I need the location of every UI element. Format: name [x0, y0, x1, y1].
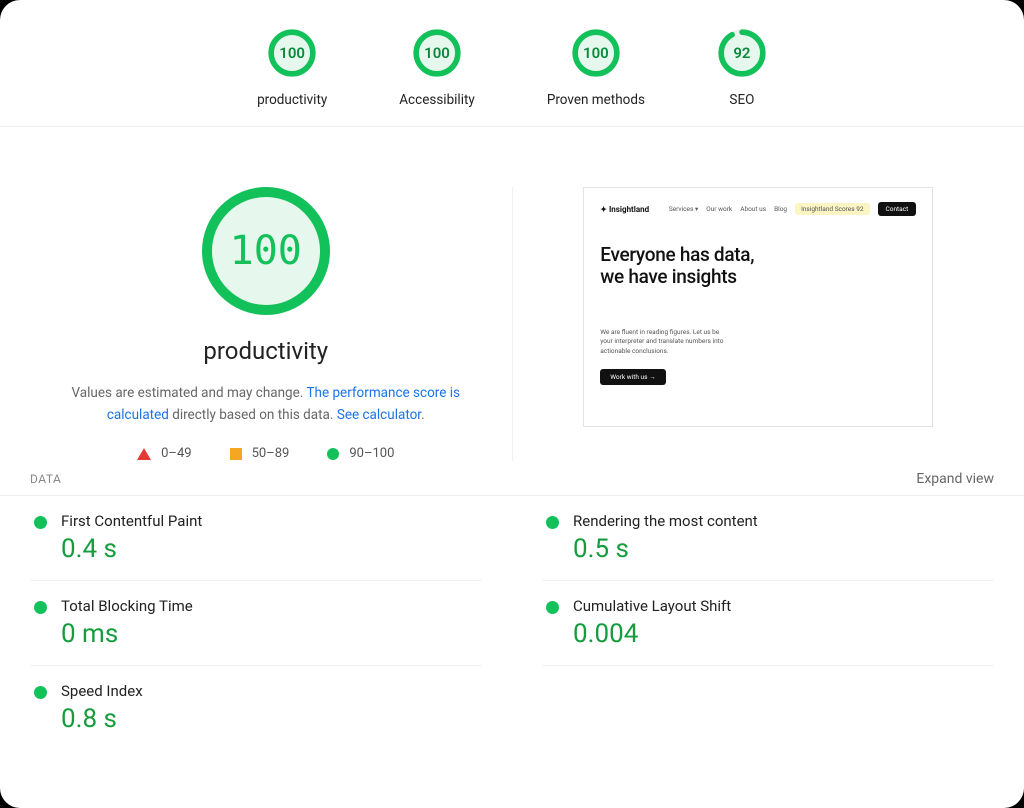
metric-label: Cumulative Layout Shift — [573, 597, 731, 615]
gauge-circle-icon: 100 — [571, 28, 621, 78]
gauge-label: Accessibility — [399, 92, 475, 108]
site-preview-thumbnail[interactable]: ✦ Insightland Services ▾ Our work About … — [583, 187, 933, 427]
big-gauge-icon: 100 — [202, 187, 330, 315]
top-gauges-row: 100 productivity 100 Accessibility 100 P… — [0, 0, 1024, 127]
status-dot-icon — [34, 516, 47, 529]
metric-value: 0.4 s — [61, 534, 202, 564]
metric-value: 0.004 — [573, 619, 731, 649]
status-dot-icon — [34, 601, 47, 614]
square-icon — [230, 448, 242, 460]
gauge-label: Proven methods — [547, 92, 645, 108]
calc-link-2[interactable]: See calculator — [337, 407, 421, 423]
legend-low-label: 0–49 — [161, 446, 191, 461]
metric-tbt[interactable]: Total Blocking Time 0 ms — [30, 581, 482, 666]
gauge-circle-icon: 100 — [412, 28, 462, 78]
metric-label: Rendering the most content — [573, 512, 758, 530]
description-text: Values are estimated and may change. The… — [56, 383, 476, 426]
preview-contact-button: Contact — [878, 202, 917, 216]
preview-nav-item: Blog — [774, 205, 787, 213]
gauge-score: 100 — [571, 28, 621, 78]
status-dot-icon — [546, 516, 559, 529]
preview-nav-item: Our work — [706, 205, 732, 213]
status-dot-icon — [34, 686, 47, 699]
metric-value: 0 ms — [61, 619, 193, 649]
metric-fcp[interactable]: First Contentful Paint 0.4 s — [30, 496, 482, 581]
legend-high-label: 90–100 — [349, 446, 394, 461]
legend-mid-label: 50–89 — [252, 446, 290, 461]
gauge-score: 100 — [267, 28, 317, 78]
status-dot-icon — [546, 601, 559, 614]
gauge-seo[interactable]: 92 SEO — [717, 28, 767, 108]
legend-high: 90–100 — [327, 446, 394, 461]
preview-hero-line2: we have insights — [600, 266, 916, 288]
main-right-panel: ✦ Insightland Services ▾ Our work About … — [533, 187, 985, 461]
expand-view-button[interactable]: Expand view — [916, 471, 994, 487]
desc-post: . — [421, 407, 425, 423]
gauge-label: productivity — [257, 92, 327, 108]
preview-pill: Insightland Scores 92 — [795, 203, 869, 215]
category-title: productivity — [203, 337, 328, 365]
metric-body: Speed Index 0.8 s — [61, 682, 143, 734]
desc-pre: Values are estimated and may change. — [72, 385, 307, 401]
metric-body: Rendering the most content 0.5 s — [573, 512, 758, 564]
metric-body: Cumulative Layout Shift 0.004 — [573, 597, 731, 649]
gauge-circle-icon: 92 — [717, 28, 767, 78]
gauge-accessibility[interactable]: 100 Accessibility — [399, 28, 475, 108]
desc-mid: directly based on this data. — [169, 407, 337, 423]
metric-label: Total Blocking Time — [61, 597, 193, 615]
circle-icon — [327, 448, 339, 460]
preview-nav: Services ▾ Our work About us Blog Insigh… — [669, 202, 916, 216]
metric-body: Total Blocking Time 0 ms — [61, 597, 193, 649]
metric-value: 0.5 s — [573, 534, 758, 564]
metrics-grid: First Contentful Paint 0.4 s Rendering t… — [0, 496, 1024, 750]
preview-logo: ✦ Insightland — [600, 205, 649, 214]
gauge-proven-methods[interactable]: 100 Proven methods — [547, 28, 645, 108]
score-legend: 0–49 50–89 90–100 — [137, 446, 394, 461]
gauge-score: 92 — [717, 28, 767, 78]
gauge-circle-icon: 100 — [267, 28, 317, 78]
triangle-icon — [137, 448, 151, 460]
main-section: 100 productivity Values are estimated an… — [0, 127, 1024, 461]
metric-label: Speed Index — [61, 682, 143, 700]
metric-speed-index[interactable]: Speed Index 0.8 s — [30, 666, 482, 750]
preview-nav-item: Services ▾ — [669, 205, 698, 213]
gauge-label: SEO — [729, 92, 754, 108]
preview-nav-item: About us — [740, 205, 766, 213]
metric-value: 0.8 s — [61, 704, 143, 734]
preview-header: ✦ Insightland Services ▾ Our work About … — [600, 202, 916, 216]
preview-subtext: We are fluent in reading figures. Let us… — [600, 328, 730, 357]
preview-hero-line1: Everyone has data, — [600, 244, 916, 266]
gauge-score: 100 — [412, 28, 462, 78]
big-gauge-score: 100 — [230, 228, 302, 274]
report-window: 100 productivity 100 Accessibility 100 P… — [0, 0, 1024, 808]
data-section-header: DATA Expand view — [0, 461, 1024, 496]
gauge-productivity[interactable]: 100 productivity — [257, 28, 327, 108]
legend-low: 0–49 — [137, 446, 191, 461]
metric-label: First Contentful Paint — [61, 512, 202, 530]
preview-cta-button: Work with us → — [600, 369, 665, 385]
metric-lcp[interactable]: Rendering the most content 0.5 s — [542, 496, 994, 581]
main-left-panel: 100 productivity Values are estimated an… — [40, 187, 513, 461]
metric-body: First Contentful Paint 0.4 s — [61, 512, 202, 564]
data-label: DATA — [30, 472, 61, 486]
legend-mid: 50–89 — [230, 446, 290, 461]
metric-cls[interactable]: Cumulative Layout Shift 0.004 — [542, 581, 994, 666]
